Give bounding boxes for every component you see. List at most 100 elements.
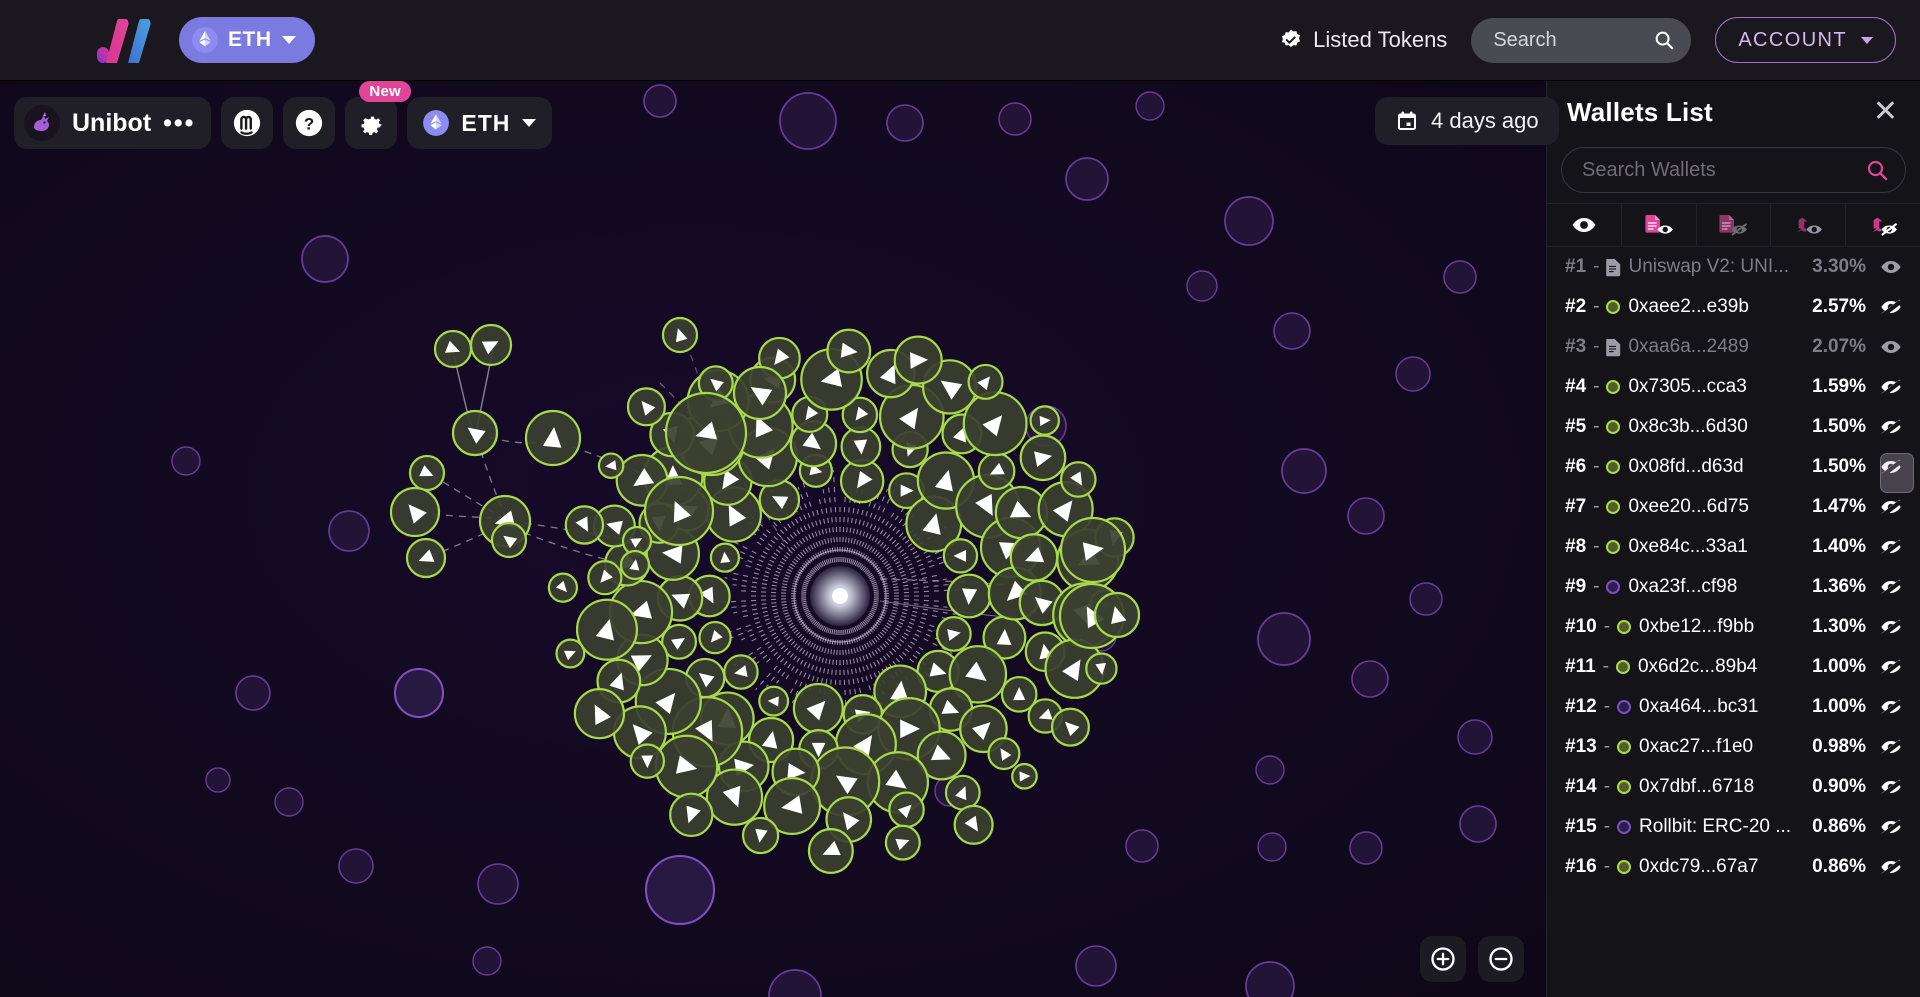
wallet-address: Uniswap V2: UNI...	[1628, 256, 1789, 278]
eye-off-icon[interactable]	[1878, 296, 1904, 318]
wallet-row[interactable]: #16- 0xdc79...67a7 0.86%	[1547, 847, 1920, 887]
eye-icon[interactable]	[1878, 336, 1904, 358]
wallet-row[interactable]: #1- Uniswap V2: UNI... 3.30%	[1547, 247, 1920, 287]
filter-swaps-hidden-button[interactable]	[1846, 204, 1920, 246]
project-chip-unibot[interactable]: Unibot •••	[14, 97, 211, 149]
account-label: ACCOUNT	[1738, 29, 1847, 52]
eye-off-icon[interactable]	[1878, 576, 1904, 598]
moralis-icon	[232, 108, 262, 138]
wallet-rank-separator: -	[1593, 376, 1599, 398]
wallet-rank: #5	[1565, 416, 1586, 438]
listed-tokens-label: Listed Tokens	[1313, 27, 1447, 53]
wallet-rank-separator: -	[1604, 856, 1610, 878]
project-more-icon[interactable]: •••	[163, 116, 195, 131]
wallet-rank-separator: -	[1604, 616, 1610, 638]
eye-off-icon[interactable]	[1878, 496, 1904, 518]
wallet-rank: #15	[1565, 816, 1597, 838]
wallet-row[interactable]: #3- 0xaa6a...2489 2.07%	[1547, 327, 1920, 367]
wallet-rank: #11	[1565, 656, 1596, 678]
wallet-percentage: 1.47%	[1812, 496, 1878, 518]
moralis-icon-button[interactable]	[221, 97, 273, 149]
wallet-percentage: 2.07%	[1812, 336, 1878, 358]
chain-selector-button[interactable]: ETH	[179, 17, 315, 63]
wallet-address: 0xe84c...33a1	[1628, 536, 1747, 558]
app-root: ETH Listed Tokens Search ACCOUNT Unibot …	[0, 0, 1920, 997]
verified-badge-icon	[1279, 28, 1303, 52]
wallet-row[interactable]: #13- 0xac27...f1e0 0.98%	[1547, 727, 1920, 767]
eye-off-icon[interactable]	[1878, 776, 1904, 798]
global-search-input[interactable]: Search	[1471, 18, 1691, 63]
listed-tokens-button[interactable]: Listed Tokens	[1279, 27, 1447, 53]
zoom-out-icon	[1487, 945, 1515, 973]
eye-off-icon[interactable]	[1878, 816, 1904, 838]
wallet-rank-separator: -	[1603, 656, 1609, 678]
wallet-address: 0x8c3b...6d30	[1628, 416, 1747, 438]
wallet-rank-separator: -	[1593, 336, 1599, 358]
wallet-color-dot	[1616, 660, 1630, 674]
wallet-row[interactable]: #11- 0x6d2c...89b4 1.00%	[1547, 647, 1920, 687]
filter-contracts-shown-button[interactable]	[1622, 204, 1697, 246]
wallet-percentage: 0.98%	[1812, 736, 1878, 758]
zoom-out-button[interactable]	[1478, 936, 1524, 982]
eye-off-icon[interactable]	[1878, 696, 1904, 718]
wallet-row[interactable]: #6- 0x08fd...d63d 1.50%	[1547, 447, 1920, 487]
eye-off-icon[interactable]	[1878, 456, 1904, 478]
eye-off-icon[interactable]	[1878, 616, 1904, 638]
filter-contracts-hidden-button[interactable]	[1697, 204, 1772, 246]
wallet-row[interactable]: #15- Rollbit: ERC-20 ... 0.86%	[1547, 807, 1920, 847]
search-icon[interactable]	[1653, 29, 1675, 51]
search-icon[interactable]	[1865, 158, 1889, 182]
wallet-color-dot	[1617, 780, 1631, 794]
wallet-row[interactable]: #7- 0xee20...6d75 1.47%	[1547, 487, 1920, 527]
wallet-filter-toolbar	[1547, 203, 1920, 247]
panel-title: Wallets List	[1567, 97, 1713, 128]
date-range-button[interactable]: 4 days ago	[1375, 97, 1559, 145]
network-graph-canvas[interactable]	[0, 81, 1546, 997]
mosaic-logo[interactable]	[97, 17, 153, 63]
wallet-percentage: 0.86%	[1812, 856, 1878, 878]
wallet-row[interactable]: #12- 0xa464...bc31 1.00%	[1547, 687, 1920, 727]
close-icon[interactable]: ✕	[1873, 97, 1898, 127]
zoom-in-button[interactable]	[1420, 936, 1466, 982]
filter-show-all-button[interactable]	[1547, 204, 1622, 246]
help-button[interactable]: ?	[283, 97, 335, 149]
contract-document-icon	[1606, 338, 1622, 357]
wallet-rank-separator: -	[1604, 776, 1610, 798]
wallets-search-input[interactable]: Search Wallets	[1561, 147, 1906, 193]
wallet-address: 0xbe12...f9bb	[1639, 616, 1754, 638]
eye-off-icon[interactable]	[1878, 376, 1904, 398]
filter-swaps-shown-button[interactable]	[1771, 204, 1846, 246]
account-menu-button[interactable]: ACCOUNT	[1715, 17, 1896, 63]
wallet-row[interactable]: #9- 0xa23f...cf98 1.36%	[1547, 567, 1920, 607]
unicorn-icon	[24, 105, 60, 141]
wallet-address: 0xac27...f1e0	[1639, 736, 1753, 758]
wallets-list[interactable]: #1- Uniswap V2: UNI... 3.30% #2-0xaee2...e3…	[1547, 247, 1920, 997]
ethereum-icon	[192, 27, 218, 53]
eye-off-icon[interactable]	[1878, 856, 1904, 878]
eye-off-icon[interactable]	[1878, 536, 1904, 558]
wallet-row[interactable]: #2- 0xaee2...e39b 2.57%	[1547, 287, 1920, 327]
eye-off-icon[interactable]	[1878, 736, 1904, 758]
wallet-rank: #13	[1565, 736, 1597, 758]
wallets-list-panel: Wallets List ✕ Search Wallets #1 - Unisw…	[1546, 81, 1920, 997]
wallet-address: Rollbit: ERC-20 ...	[1639, 816, 1791, 838]
wallet-row[interactable]: #4- 0x7305...cca3 1.59%	[1547, 367, 1920, 407]
help-icon: ?	[294, 108, 324, 138]
wallet-percentage: 0.90%	[1812, 776, 1878, 798]
ethereum-icon	[423, 110, 449, 136]
wallet-rank: #4	[1565, 376, 1586, 398]
wallet-rank-separator: -	[1593, 576, 1599, 598]
settings-button[interactable]: New	[345, 97, 397, 149]
graph-chain-selector[interactable]: ETH	[407, 97, 552, 149]
wallet-rank-separator: -	[1593, 416, 1599, 438]
wallet-row[interactable]: #10- 0xbe12...f9bb 1.30%	[1547, 607, 1920, 647]
eye-off-icon[interactable]	[1878, 416, 1904, 438]
wallet-row[interactable]: #5- 0x8c3b...6d30 1.50%	[1547, 407, 1920, 447]
eye-icon[interactable]	[1878, 256, 1904, 278]
wallet-row[interactable]: #14- 0x7dbf...6718 0.90%	[1547, 767, 1920, 807]
date-range-label: 4 days ago	[1431, 108, 1539, 134]
wallet-address: 0xa464...bc31	[1639, 696, 1758, 718]
wallet-rank: #2	[1565, 296, 1586, 318]
eye-off-icon[interactable]	[1878, 656, 1904, 678]
wallet-row[interactable]: #8- 0xe84c...33a1 1.40%	[1547, 527, 1920, 567]
